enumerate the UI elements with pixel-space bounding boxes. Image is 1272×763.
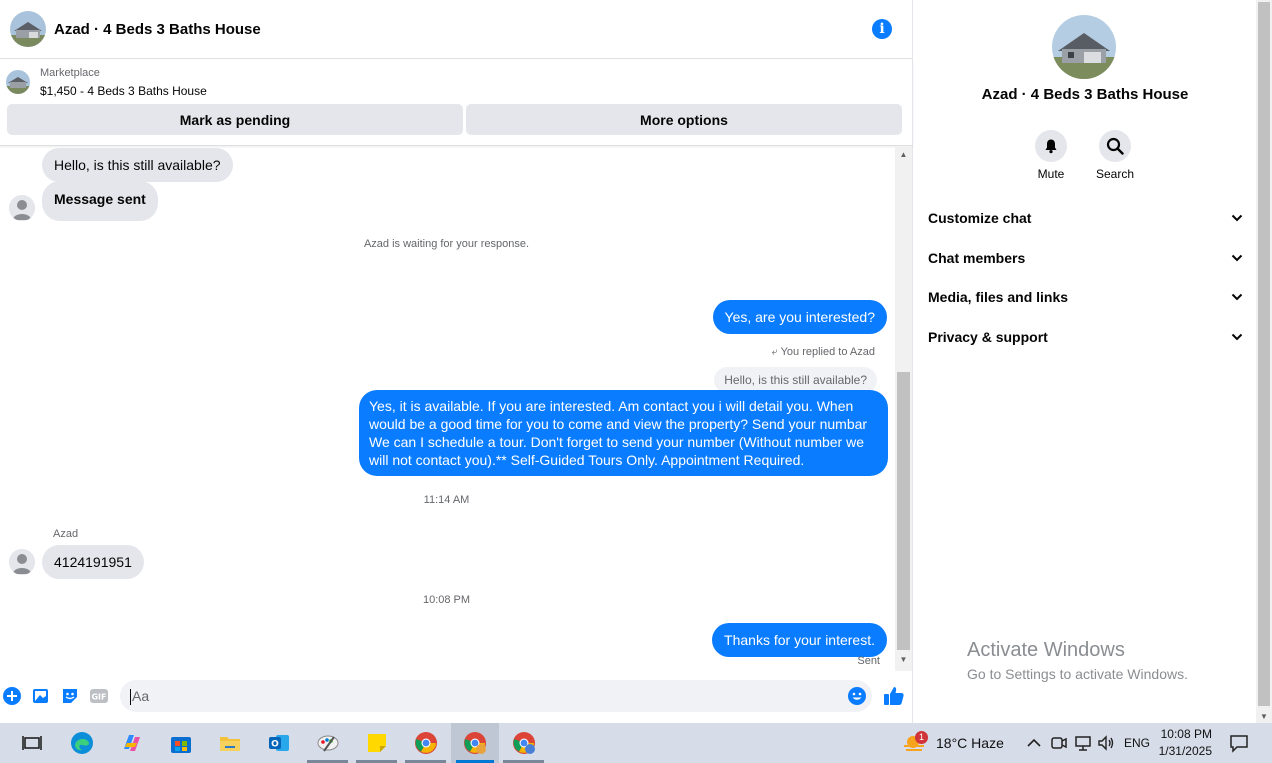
marketplace-label: Marketplace	[40, 67, 100, 79]
scroll-up-arrow[interactable]: ▲	[897, 149, 910, 161]
section-label: Chat members	[928, 250, 1026, 266]
replied-to-text: You replied to Azad	[780, 346, 875, 358]
volume-icon[interactable]	[1096, 733, 1116, 753]
search-icon	[1106, 137, 1124, 155]
scroll-down-arrow[interactable]: ▼	[897, 654, 910, 666]
composer: GIF Aa	[0, 680, 913, 712]
sticker-icon[interactable]	[60, 686, 80, 706]
weather-badge: 1	[915, 731, 928, 744]
windows-taskbar: O 1 18°C Haze ENG 10:08 PM 1/31/2025	[0, 723, 1272, 763]
meet-now-icon[interactable]	[1049, 733, 1069, 753]
timestamp: 10:08 PM	[422, 594, 471, 606]
page-scroll-down-arrow[interactable]: ▼	[1256, 712, 1272, 721]
mute-label: Mute	[1037, 167, 1065, 181]
listing-thumbnail[interactable]	[10, 11, 46, 47]
watermark-title: Activate Windows	[967, 639, 1125, 661]
sent-status: Sent	[857, 655, 880, 667]
listing-avatar[interactable]	[1052, 15, 1116, 79]
photo-icon[interactable]	[31, 686, 51, 706]
chat-pane: Azad · 4 Beds 3 Baths House i Marketplac…	[0, 0, 913, 723]
microsoft-store-icon[interactable]	[169, 731, 193, 755]
reply-icon: ⤶	[771, 346, 778, 358]
info-icon[interactable]: i	[872, 19, 892, 39]
page-scrollbar-thumb[interactable]	[1258, 2, 1270, 706]
more-options-button[interactable]: More options	[466, 104, 902, 135]
search-button[interactable]	[1099, 130, 1131, 162]
message-bubble-outgoing[interactable]: Yes, are you interested?	[712, 300, 887, 334]
copilot-icon[interactable]	[120, 731, 144, 755]
search-label: Search	[1095, 167, 1135, 181]
section-label: Media, files and links	[928, 289, 1069, 305]
marketplace-banner: Marketplace $1,450 - 4 Beds 3 Baths Hous…	[0, 60, 913, 146]
chevron-up-icon[interactable]	[1024, 733, 1044, 753]
clock-time[interactable]: 10:08 PM	[1150, 727, 1212, 741]
customize-chat-section[interactable]: Customize chat	[928, 207, 1244, 229]
chat-header: Azad · 4 Beds 3 Baths House i	[0, 0, 913, 59]
chrome-profile-icon[interactable]	[463, 731, 487, 755]
message-bubble-outgoing[interactable]: Yes, it is available. If you are interes…	[359, 390, 888, 476]
listing-price[interactable]: $1,450 - 4 Beds 3 Baths House	[40, 84, 207, 98]
thumbs-up-icon[interactable]	[883, 685, 904, 705]
conversation-info-pane: Azad · 4 Beds 3 Baths House Mute Search …	[914, 0, 1256, 723]
edge-icon[interactable]	[70, 731, 94, 755]
sender-name: Azad	[53, 528, 79, 540]
paint-app-icon[interactable]	[316, 731, 340, 755]
contact-avatar[interactable]	[9, 195, 35, 221]
info-title: Azad · 4 Beds 3 Baths House	[981, 86, 1189, 103]
message-scrollbar-thumb[interactable]	[897, 372, 910, 650]
chevron-down-icon	[1231, 333, 1243, 341]
app-window: Azad · 4 Beds 3 Baths House i Marketplac…	[0, 0, 1272, 763]
bell-icon	[1045, 139, 1057, 154]
section-label: Customize chat	[928, 210, 1032, 226]
message-bubble-incoming[interactable]: Hello, is this still available?	[42, 148, 233, 182]
plus-icon[interactable]	[2, 686, 22, 706]
input-placeholder: Aa	[132, 688, 150, 704]
message-bubble-incoming[interactable]: 4124191951	[42, 545, 144, 579]
svg-text:O: O	[271, 740, 279, 750]
mute-button[interactable]	[1035, 130, 1067, 162]
replied-to-label: ⤶ You replied to Azad	[772, 346, 875, 359]
weather-text[interactable]: 18°C Haze	[936, 735, 1004, 751]
message-input[interactable]: Aa	[120, 680, 872, 712]
task-view-icon[interactable]	[20, 731, 44, 755]
timestamp: 11:14 AM	[423, 494, 470, 506]
gif-icon[interactable]: GIF	[89, 686, 109, 706]
svg-text:GIF: GIF	[91, 693, 106, 702]
emoji-icon[interactable]	[847, 686, 867, 706]
media-files-links-section[interactable]: Media, files and links	[928, 286, 1244, 308]
network-icon[interactable]	[1073, 733, 1093, 753]
chevron-down-icon	[1231, 214, 1243, 222]
text-caret	[130, 689, 131, 706]
watermark-subtitle: Go to Settings to activate Windows.	[967, 666, 1188, 682]
message-bubble-incoming[interactable]: Message sent	[42, 181, 158, 221]
section-label: Privacy & support	[928, 329, 1048, 345]
file-explorer-icon[interactable]	[218, 731, 242, 755]
notification-icon[interactable]	[1228, 732, 1250, 754]
chevron-down-icon	[1231, 254, 1243, 262]
waiting-notice: Azad is waiting for your response.	[363, 238, 530, 250]
chat-members-section[interactable]: Chat members	[928, 247, 1244, 269]
clock-date[interactable]: 1/31/2025	[1150, 744, 1212, 758]
privacy-support-section[interactable]: Privacy & support	[928, 326, 1244, 348]
chrome-profile-icon[interactable]	[512, 731, 536, 755]
input-language[interactable]: ENG	[1124, 736, 1150, 750]
page-scrollbar[interactable]: ▼	[1256, 0, 1272, 723]
contact-avatar[interactable]	[9, 549, 35, 575]
outlook-icon[interactable]: O	[267, 731, 291, 755]
message-list: Hello, is this still available? Message …	[0, 147, 895, 671]
marketplace-thumbnail[interactable]	[6, 70, 30, 94]
mark-as-pending-button[interactable]: Mark as pending	[7, 104, 463, 135]
sticky-notes-icon[interactable]	[365, 731, 389, 755]
chat-title: Azad · 4 Beds 3 Baths House	[54, 20, 261, 38]
activate-windows-watermark: Activate Windows Go to Settings to activ…	[967, 639, 1188, 682]
chrome-icon[interactable]	[414, 731, 438, 755]
chevron-down-icon	[1231, 293, 1243, 301]
message-bubble-outgoing[interactable]: Thanks for your interest.	[712, 623, 887, 657]
